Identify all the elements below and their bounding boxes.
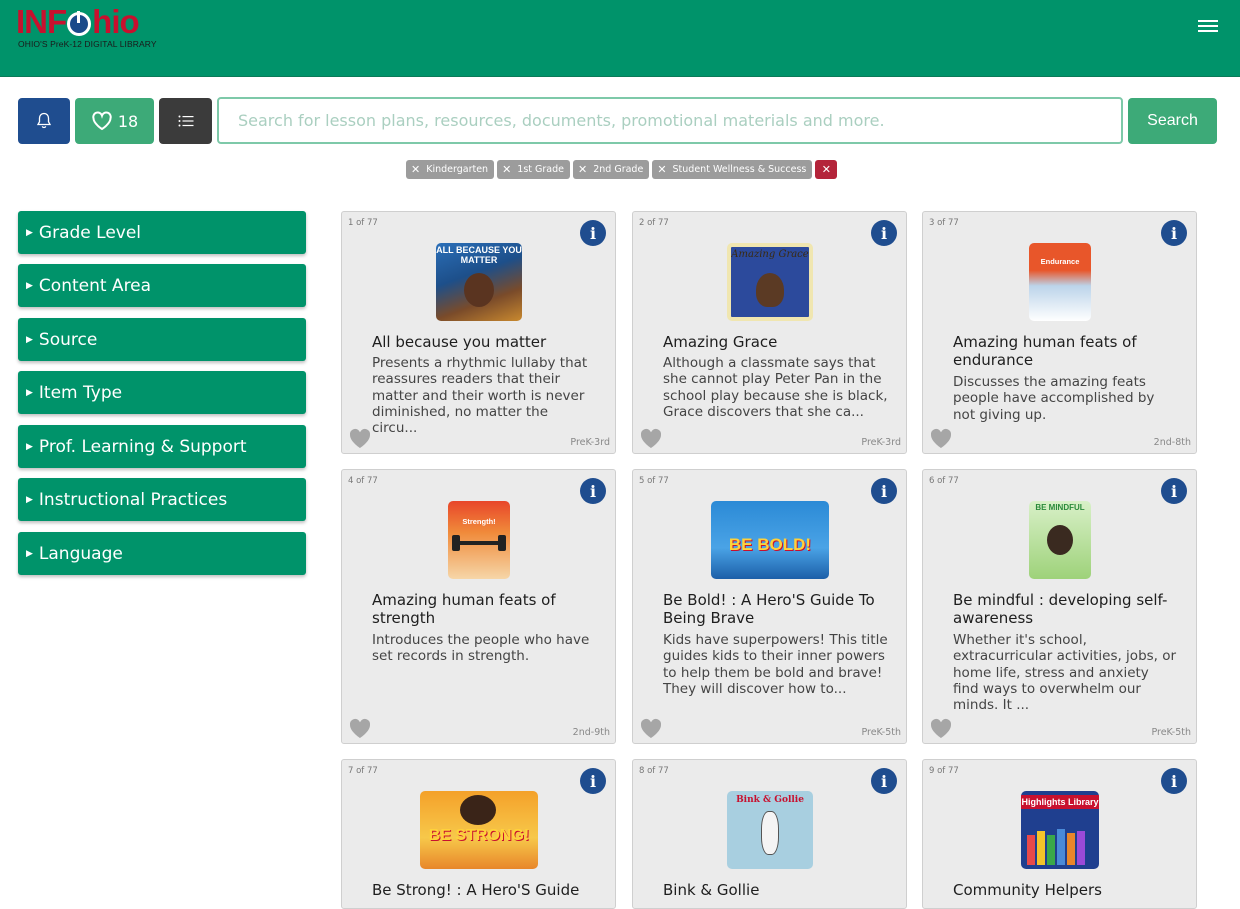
- result-card[interactable]: 8 of 77 i Bink & Gollie Bink & Gollie: [632, 759, 907, 909]
- hamburger-icon[interactable]: [1196, 17, 1220, 35]
- grade-range: PreK-3rd: [861, 437, 901, 448]
- facet-item-type[interactable]: ▶ Item Type: [18, 371, 306, 414]
- info-icon[interactable]: i: [580, 768, 606, 794]
- result-title[interactable]: Amazing Grace: [663, 333, 893, 351]
- facet-source[interactable]: ▶ Source: [18, 318, 306, 361]
- remove-icon: ✕: [578, 163, 588, 176]
- facet-grade-level[interactable]: ▶ Grade Level: [18, 211, 306, 254]
- remove-icon: ✕: [411, 163, 421, 176]
- bell-icon: [36, 112, 52, 129]
- book-cover[interactable]: Highlights Library: [1021, 791, 1099, 869]
- info-icon[interactable]: i: [1161, 478, 1187, 504]
- infohio-logo[interactable]: INF hio OHIO'S PreK-12 DIGITAL LIBRARY: [16, 3, 176, 50]
- clear-filters-button[interactable]: ✕: [815, 160, 838, 179]
- search-input[interactable]: [217, 97, 1123, 144]
- favorites-button[interactable]: 18: [75, 98, 154, 144]
- info-icon[interactable]: i: [871, 768, 897, 794]
- caret-right-icon: ▶: [26, 280, 33, 291]
- book-cover[interactable]: BE BOLD!: [711, 501, 829, 579]
- remove-icon: ✕: [657, 163, 667, 176]
- info-icon[interactable]: i: [580, 478, 606, 504]
- logo-wordmark: INF hio: [16, 3, 140, 40]
- result-card[interactable]: 7 of 77 i BE STRONG! Be Strong! : A Hero…: [341, 759, 616, 909]
- logo-subtitle: OHIO'S PreK-12 DIGITAL LIBRARY: [18, 39, 157, 49]
- list-view-button[interactable]: [159, 98, 212, 144]
- heart-icon: [92, 111, 112, 131]
- book-cover[interactable]: Amazing Grace: [727, 243, 813, 321]
- info-icon[interactable]: i: [1161, 220, 1187, 246]
- result-card[interactable]: 5 of 77 i BE BOLD! Be Bold! : A Hero'S G…: [632, 469, 907, 744]
- result-title[interactable]: Amazing human feats of endurance: [953, 333, 1183, 369]
- heart-icon[interactable]: [639, 427, 663, 449]
- info-icon[interactable]: i: [1161, 768, 1187, 794]
- facet-language[interactable]: ▶ Language: [18, 532, 306, 575]
- filter-chip-student-wellness[interactable]: ✕ Student Wellness & Success: [652, 160, 813, 179]
- result-card[interactable]: 6 of 77 i BE MINDFUL Be mindful : develo…: [922, 469, 1197, 744]
- result-card[interactable]: 1 of 77 i ALL BECAUSE YOU MATTER All bec…: [341, 211, 616, 454]
- result-title[interactable]: Community Helpers: [953, 881, 1183, 899]
- close-icon: ✕: [821, 163, 831, 176]
- result-description: Introduces the people who have set recor…: [372, 632, 590, 665]
- caret-right-icon: ▶: [26, 494, 33, 505]
- caret-right-icon: ▶: [26, 227, 33, 238]
- book-cover[interactable]: ALL BECAUSE YOU MATTER: [436, 243, 522, 321]
- filter-chip-1st-grade[interactable]: ✕ 1st Grade: [497, 160, 570, 179]
- grade-range: PreK-5th: [861, 727, 901, 738]
- result-card[interactable]: 4 of 77 i Strength! Amazing human feats …: [341, 469, 616, 744]
- result-description: Discusses the amazing feats people have …: [953, 374, 1155, 423]
- active-filters: ✕ Kindergarten ✕ 1st Grade ✕ 2nd Grade ✕ Stu…: [406, 160, 838, 179]
- result-title[interactable]: Bink & Gollie: [663, 881, 893, 899]
- book-cover[interactable]: Strength!: [448, 501, 510, 579]
- caret-right-icon: ▶: [26, 548, 33, 559]
- book-cover[interactable]: Endurance: [1029, 243, 1091, 321]
- site-header: INF hio OHIO'S PreK-12 DIGITAL LIBRARY: [0, 0, 1240, 77]
- result-description: Whether it's school, extracurricular act…: [953, 632, 1177, 714]
- grade-range: 2nd-8th: [1153, 437, 1191, 448]
- grade-range: PreK-5th: [1151, 727, 1191, 738]
- facet-prof-learning[interactable]: ▶ Prof. Learning & Support: [18, 425, 306, 468]
- result-title[interactable]: Be mindful : developing self-awareness: [953, 591, 1183, 627]
- caret-right-icon: ▶: [26, 387, 33, 398]
- facet-content-area[interactable]: ▶ Content Area: [18, 264, 306, 307]
- caret-right-icon: ▶: [26, 334, 33, 345]
- heart-icon[interactable]: [348, 427, 372, 449]
- book-cover[interactable]: BE STRONG!: [420, 791, 538, 869]
- list-icon: [178, 115, 193, 127]
- notifications-button[interactable]: [18, 98, 70, 144]
- search-button[interactable]: Search: [1128, 98, 1217, 144]
- caret-right-icon: ▶: [26, 441, 33, 452]
- heart-icon[interactable]: [929, 717, 953, 739]
- remove-icon: ✕: [502, 163, 512, 176]
- result-description: Kids have superpowers! This title guides…: [663, 632, 888, 697]
- info-icon[interactable]: i: [871, 220, 897, 246]
- heart-icon[interactable]: [639, 717, 663, 739]
- result-title[interactable]: Amazing human feats of strength: [372, 591, 602, 627]
- result-description: Although a classmate says that she canno…: [663, 355, 888, 420]
- power-icon: [67, 11, 92, 36]
- result-title[interactable]: All because you matter: [372, 333, 602, 351]
- result-title[interactable]: Be Strong! : A Hero'S Guide: [372, 881, 602, 899]
- heart-icon[interactable]: [348, 717, 372, 739]
- book-cover[interactable]: BE MINDFUL: [1029, 501, 1091, 579]
- filter-chip-2nd-grade[interactable]: ✕ 2nd Grade: [573, 160, 650, 179]
- book-cover[interactable]: Bink & Gollie: [727, 791, 813, 869]
- facet-instructional-practices[interactable]: ▶ Instructional Practices: [18, 478, 306, 521]
- grade-range: PreK-3rd: [570, 437, 610, 448]
- favorites-count: 18: [117, 111, 139, 131]
- grade-range: 2nd-9th: [572, 727, 610, 738]
- result-card[interactable]: 9 of 77 i Highlights Library Community H…: [922, 759, 1197, 909]
- heart-icon[interactable]: [929, 427, 953, 449]
- result-title[interactable]: Be Bold! : A Hero'S Guide To Being Brave: [663, 591, 893, 627]
- result-card[interactable]: 2 of 77 i Amazing Grace Amazing Grace Al…: [632, 211, 907, 454]
- result-description: Presents a rhythmic lullaby that reassur…: [372, 355, 588, 437]
- info-icon[interactable]: i: [871, 478, 897, 504]
- filter-chip-kindergarten[interactable]: ✕ Kindergarten: [406, 160, 495, 179]
- info-icon[interactable]: i: [580, 220, 606, 246]
- result-card[interactable]: 3 of 77 i Endurance Amazing human feats …: [922, 211, 1197, 454]
